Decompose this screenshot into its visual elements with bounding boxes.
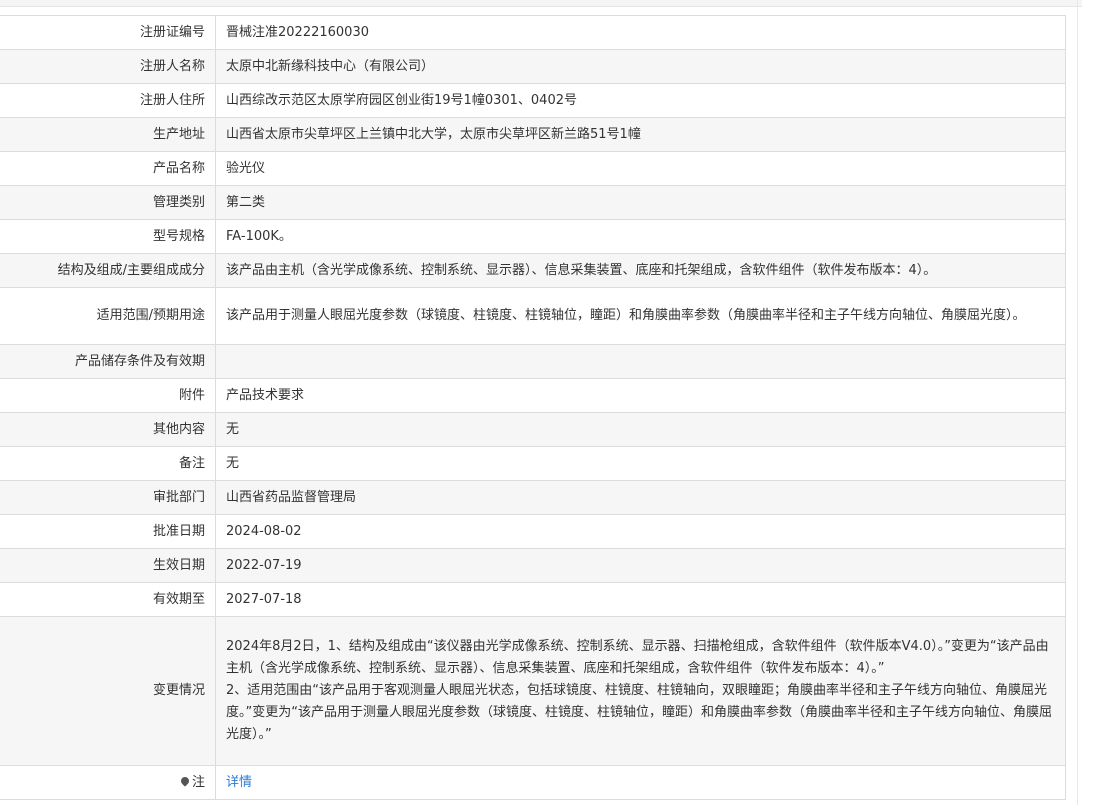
row-label: 生产地址 bbox=[0, 117, 216, 152]
row-value: FA-100K。 bbox=[215, 219, 1066, 254]
change-paragraph-1: 2024年8月2日，1、结构及组成由“该仪器由光学成像系统、控制系统、显示器、扫… bbox=[226, 639, 1049, 676]
row-value: 产品技术要求 bbox=[215, 378, 1066, 413]
row-value bbox=[215, 344, 1066, 379]
row-intended-use: 适用范围/预期用途 该产品用于测量人眼屈光度参数（球镜度、柱镜度、柱镜轴位，瞳距… bbox=[0, 287, 1066, 345]
details-link[interactable]: 详情 bbox=[226, 775, 252, 790]
row-value: 验光仪 bbox=[215, 151, 1066, 186]
pin-icon bbox=[179, 774, 191, 787]
row-value: 2024-08-02 bbox=[215, 514, 1066, 549]
row-registrant-address: 注册人住所 山西综改示范区太原学府园区创业街19号1幢0301、0402号 bbox=[0, 83, 1066, 118]
row-value: 2027-07-18 bbox=[215, 582, 1066, 617]
row-label: 其他内容 bbox=[0, 412, 216, 447]
row-label: 结构及组成/主要组成成分 bbox=[0, 253, 216, 288]
row-effective-date: 生效日期 2022-07-19 bbox=[0, 548, 1066, 583]
row-label: 产品名称 bbox=[0, 151, 216, 186]
row-label: 有效期至 bbox=[0, 582, 216, 617]
row-label: 注册人名称 bbox=[0, 49, 216, 84]
row-attachment: 附件 产品技术要求 bbox=[0, 378, 1066, 413]
page: 注册证编号 晋械注准20222160030 注册人名称 太原中北新缘科技中心（有… bbox=[0, 0, 1093, 805]
note-value: 详情 bbox=[215, 765, 1066, 800]
row-label: 附件 bbox=[0, 378, 216, 413]
row-label: 审批部门 bbox=[0, 480, 216, 515]
row-label: 批准日期 bbox=[0, 514, 216, 549]
row-label: 注册证编号 bbox=[0, 15, 216, 50]
row-approval-department: 审批部门 山西省药品监督管理局 bbox=[0, 480, 1066, 515]
row-production-address: 生产地址 山西省太原市尖草坪区上兰镇中北大学，太原市尖草坪区新兰路51号1幢 bbox=[0, 117, 1066, 152]
change-paragraph-2: 2、适用范围由“该产品用于客观测量人眼屈光状态，包括球镜度、柱镜度、柱镜轴向，双… bbox=[226, 683, 1052, 742]
row-label: 产品储存条件及有效期 bbox=[0, 344, 216, 379]
row-value: 山西省太原市尖草坪区上兰镇中北大学，太原市尖草坪区新兰路51号1幢 bbox=[215, 117, 1066, 152]
row-registrant-name: 注册人名称 太原中北新缘科技中心（有限公司） bbox=[0, 49, 1066, 84]
row-value: 山西省药品监督管理局 bbox=[215, 480, 1066, 515]
row-label: 适用范围/预期用途 bbox=[0, 287, 216, 345]
row-change-history: 变更情况 2024年8月2日，1、结构及组成由“该仪器由光学成像系统、控制系统、… bbox=[0, 616, 1066, 766]
row-registration-number: 注册证编号 晋械注准20222160030 bbox=[0, 15, 1066, 50]
note-label-cell: 注 bbox=[0, 765, 216, 800]
row-value: 山西综改示范区太原学府园区创业街19号1幢0301、0402号 bbox=[215, 83, 1066, 118]
row-label: 注册人住所 bbox=[0, 83, 216, 118]
row-value: 2022-07-19 bbox=[215, 548, 1066, 583]
top-strip bbox=[0, 0, 1082, 7]
row-management-category: 管理类别 第二类 bbox=[0, 185, 1066, 220]
registration-info-table: 注册证编号 晋械注准20222160030 注册人名称 太原中北新缘科技中心（有… bbox=[0, 15, 1066, 800]
row-label: 变更情况 bbox=[0, 616, 216, 766]
row-valid-until: 有效期至 2027-07-18 bbox=[0, 582, 1066, 617]
row-note: 注 详情 bbox=[0, 765, 1066, 800]
row-storage-validity: 产品储存条件及有效期 bbox=[0, 344, 1066, 379]
row-remarks: 备注 无 bbox=[0, 446, 1066, 481]
row-structure-composition: 结构及组成/主要组成成分 该产品由主机（含光学成像系统、控制系统、显示器）、信息… bbox=[0, 253, 1066, 288]
row-label: 生效日期 bbox=[0, 548, 216, 583]
row-model-spec: 型号规格 FA-100K。 bbox=[0, 219, 1066, 254]
row-label: 管理类别 bbox=[0, 185, 216, 220]
row-product-name: 产品名称 验光仪 bbox=[0, 151, 1066, 186]
right-edge-divider bbox=[1077, 0, 1078, 805]
row-value: 无 bbox=[215, 446, 1066, 481]
row-value: 该产品用于测量人眼屈光度参数（球镜度、柱镜度、柱镜轴位，瞳距）和角膜曲率参数（角… bbox=[215, 287, 1066, 345]
row-value: 无 bbox=[215, 412, 1066, 447]
row-value: 晋械注准20222160030 bbox=[215, 15, 1066, 50]
row-label: 备注 bbox=[0, 446, 216, 481]
note-label: 注 bbox=[191, 774, 205, 790]
row-value: 该产品由主机（含光学成像系统、控制系统、显示器）、信息采集装置、底座和托架组成，… bbox=[215, 253, 1066, 288]
change-history-value: 2024年8月2日，1、结构及组成由“该仪器由光学成像系统、控制系统、显示器、扫… bbox=[215, 616, 1066, 766]
row-value: 太原中北新缘科技中心（有限公司） bbox=[215, 49, 1066, 84]
row-approval-date: 批准日期 2024-08-02 bbox=[0, 514, 1066, 549]
row-value: 第二类 bbox=[215, 185, 1066, 220]
row-label: 型号规格 bbox=[0, 219, 216, 254]
row-other-content: 其他内容 无 bbox=[0, 412, 1066, 447]
